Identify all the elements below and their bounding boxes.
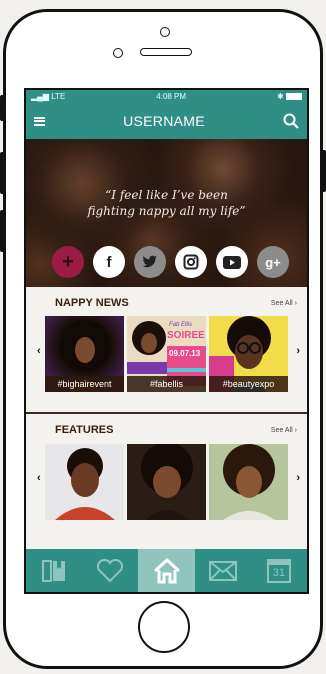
volume-down-button [0,210,5,252]
features-section: FEATURES See All › ‹ › [26,414,307,539]
status-bar: ▂▄▆ LTE 4:08 PM ✱ [26,90,307,103]
tab-home[interactable] [138,549,195,592]
power-button [321,150,326,192]
social-links: + f g+ [52,246,289,278]
mute-switch [0,95,5,121]
chevron-left-icon[interactable]: ‹ [37,345,41,357]
carrier-label: ▂▄▆ LTE [31,92,66,101]
tab-calendar[interactable]: 31 [251,549,307,592]
hero-banner: “I feel like I’ve been fighting nappy al… [26,139,307,287]
heart-icon [97,558,124,582]
facebook-icon[interactable]: f [93,246,125,278]
proximity-sensor [160,27,170,37]
home-icon [153,557,180,583]
device-mockup: ▂▄▆ LTE 4:08 PM ✱ USERNAME “I feel like … [0,0,326,674]
page-title: USERNAME [123,113,205,129]
news-tag: #bighairevent [45,376,124,392]
instagram-icon[interactable] [175,246,207,278]
app-screen: ▂▄▆ LTE 4:08 PM ✱ USERNAME “I feel like … [24,88,309,594]
see-all-link[interactable]: See All › [271,427,297,434]
chevron-right-icon[interactable]: › [296,345,300,357]
hero-quote: “I feel like I’ve been fighting nappy al… [87,188,246,218]
portrait-image [55,448,115,520]
search-icon[interactable] [283,113,299,129]
news-card[interactable]: #bighairevent [45,316,124,392]
feature-card[interactable] [45,444,124,520]
section-title: NAPPY NEWS [55,297,129,309]
twitter-icon[interactable] [134,246,166,278]
earpiece-speaker [140,48,192,56]
front-camera [113,48,123,58]
tab-messages[interactable] [195,549,251,592]
envelope-icon [208,560,237,581]
portrait-image [127,444,206,520]
bottom-tab-bar: 31 [26,549,307,592]
home-button[interactable] [138,601,190,653]
add-icon[interactable]: + [52,246,84,278]
see-all-link[interactable]: See All › [271,300,297,307]
portrait-image [209,444,288,520]
tab-journal[interactable] [26,549,82,592]
nappy-news-section: NAPPY NEWS See All › ‹ › #bighairevent F… [26,287,307,412]
volume-up-button [0,152,5,194]
youtube-icon[interactable] [216,246,248,278]
hamburger-menu-icon[interactable] [34,116,45,126]
news-tag: #beautyexpo [209,376,288,392]
book-icon [42,559,66,582]
tab-favorites[interactable] [82,549,138,592]
features-carousel [45,444,288,520]
calendar-icon: 31 [266,558,291,583]
news-card[interactable]: #beautyexpo [209,316,288,392]
news-carousel: #bighairevent Fab Ellis SOIREE 09.07.13 … [45,316,288,392]
top-nav: USERNAME [26,103,307,139]
feature-card[interactable] [127,444,206,520]
chevron-left-icon[interactable]: ‹ [37,472,41,484]
google-plus-icon[interactable]: g+ [257,246,289,278]
section-title: FEATURES [55,424,114,436]
battery-icon: ✱ [277,92,302,101]
news-card[interactable]: Fab Ellis SOIREE 09.07.13 #fabellis [127,316,206,392]
feature-card[interactable] [209,444,288,520]
chevron-right-icon[interactable]: › [296,472,300,484]
news-tag: #fabellis [127,376,206,392]
clock: 4:08 PM [156,92,187,101]
